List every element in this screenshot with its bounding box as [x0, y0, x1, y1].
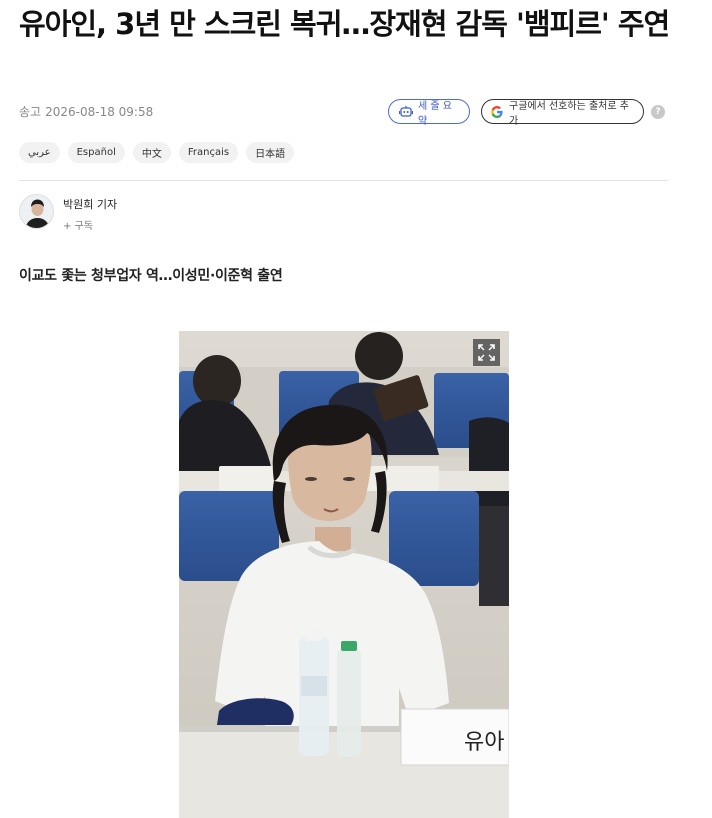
date-value: 2026-08-18 09:58	[45, 105, 154, 119]
publish-date: 송고 2026-08-18 09:58	[19, 103, 153, 120]
author-name[interactable]: 박원희 기자	[63, 196, 117, 212]
google-source-label: 구글에서 선호하는 출처로 추가	[509, 100, 629, 127]
photo-illustration: 유아	[179, 331, 509, 818]
lang-chinese[interactable]: 中文	[132, 142, 171, 163]
help-icon[interactable]: ?	[651, 105, 665, 119]
sent-label: 송고	[19, 105, 42, 119]
author-avatar[interactable]	[19, 194, 54, 229]
lang-french[interactable]: Français	[178, 142, 239, 163]
summary-label: 세 줄 요약	[418, 100, 452, 127]
google-g-icon	[490, 105, 504, 119]
robot-icon	[399, 105, 413, 118]
article-headline: 유아인, 3년 만 스크린 복귀…장재현 감독 '뱀피르' 주연	[19, 7, 670, 41]
lang-arabic[interactable]: عربي	[19, 142, 60, 163]
lang-japanese[interactable]: 日本語	[246, 142, 295, 163]
article-subtitle: 이교도 좇는 청부업자 역…이성민·이준혁 출연	[19, 268, 283, 284]
subscribe-button[interactable]: + 구독	[63, 217, 117, 232]
language-selector: عربي Español 中文 Français 日本語	[19, 142, 295, 163]
lang-spanish[interactable]: Español	[67, 142, 125, 163]
name-card-text: 유아	[464, 730, 504, 755]
author-block: 박원희 기자 + 구독	[19, 194, 117, 234]
expand-icon[interactable]	[473, 339, 500, 366]
article-photo[interactable]: 유아	[179, 331, 509, 818]
three-line-summary-button[interactable]: 세 줄 요약	[388, 99, 470, 127]
article-meta-row: 송고2026-08-18 09:58 세 줄 요약 구글에서 선호하는 출처로	[19, 98, 669, 127]
divider	[19, 180, 668, 181]
add-preferred-source-button[interactable]: 구글에서 선호하는 출처로 추가	[481, 99, 644, 127]
